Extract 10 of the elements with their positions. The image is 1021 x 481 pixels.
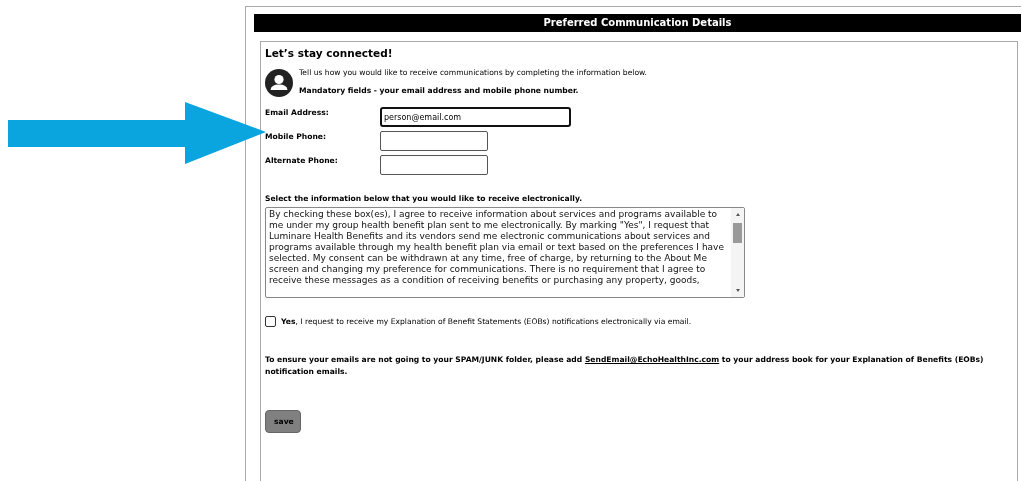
consent-textbox[interactable] xyxy=(265,207,745,298)
input-field[interactable] xyxy=(380,131,488,151)
heading: Let’s stay connected! xyxy=(265,47,394,59)
user-icon xyxy=(265,69,293,97)
checkbox[interactable] xyxy=(265,316,276,327)
input-field[interactable]: person@email.com xyxy=(380,107,571,127)
input-field[interactable] xyxy=(380,155,488,175)
section-header: Preferred Communication Details xyxy=(254,14,1021,32)
scrollbar[interactable] xyxy=(731,208,744,297)
consent-text: By checking these box(es), I agree to receive information about services and programs available to me under my group health benefit plan sent to me electronically. By marking "Yes", I request that Luminare Health Benefits and its vendors send me electronic communications about services and programs available through my health benefit plan via email or text based on the preferences I have selected. My consent can be withdrawn at any time, free of charge, by returning to the About Me screen and changing my preference for communications. There is no requirement that I agree to receive these messages as a condition of receiving benefits or purchasing any property, goods, xyxy=(268,208,725,287)
